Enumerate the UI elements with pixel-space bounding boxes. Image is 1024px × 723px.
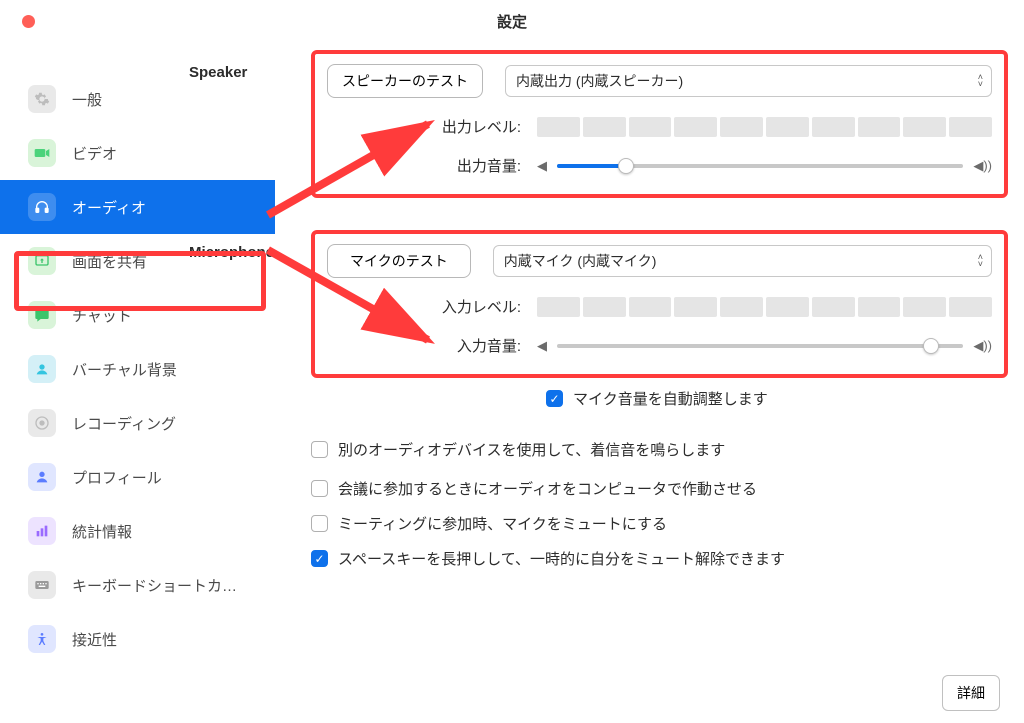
sidebar-label: 一般 xyxy=(72,89,102,110)
sidebar-item-video[interactable]: ビデオ xyxy=(0,126,275,180)
sidebar-item-audio[interactable]: オーディオ xyxy=(0,180,275,234)
mute-on-join-label: ミーティングに参加時、マイクをミュートにする xyxy=(338,513,667,534)
output-level-label: 出力レベル: xyxy=(327,116,537,137)
input-level-meter xyxy=(537,297,992,317)
sidebar-label: レコーディング xyxy=(72,413,176,434)
microphone-heading: Microphone xyxy=(189,244,274,261)
test-speaker-button[interactable]: スピーカーのテスト xyxy=(327,64,483,98)
tutorial-highlight-speaker: Speaker スピーカーのテスト 内蔵出力 (内蔵スピーカー) ˄˅ 出力レベ… xyxy=(311,50,1008,198)
input-volume-label: 入力音量: xyxy=(327,335,537,356)
video-icon xyxy=(28,139,56,167)
sidebar-label: オーディオ xyxy=(72,197,146,218)
sidebar-label: キーボードショートカ… xyxy=(72,575,237,596)
auto-adjust-mic-row[interactable]: ✓ マイク音量を自動調整します xyxy=(546,388,1008,409)
output-volume-slider[interactable] xyxy=(557,164,963,168)
accessibility-icon xyxy=(28,625,56,653)
chevron-updown-icon: ˄˅ xyxy=(978,254,983,268)
sidebar-item-chat[interactable]: チャット xyxy=(0,288,275,342)
separate-ringtone-label: 別のオーディオデバイスを使用して、着信音を鳴らします xyxy=(338,439,725,460)
checkbox-separate-ringtone[interactable] xyxy=(311,441,328,458)
output-volume-label: 出力音量: xyxy=(327,155,537,176)
volume-low-icon: ◀ xyxy=(537,158,547,174)
sidebar-item-profile[interactable]: プロフィール xyxy=(0,450,275,504)
sidebar-label: 接近性 xyxy=(72,629,117,650)
input-level-label: 入力レベル: xyxy=(327,296,537,317)
sidebar-label: ビデオ xyxy=(72,143,117,164)
advanced-button[interactable]: 詳細 xyxy=(942,675,1000,711)
volume-low-icon: ◀ xyxy=(537,338,547,354)
join-audio-row[interactable]: 会議に参加するときにオーディオをコンピュータで作動させる xyxy=(311,478,1008,499)
mic-device-value: 内蔵マイク (内蔵マイク) xyxy=(504,253,657,269)
share-screen-icon xyxy=(28,247,56,275)
record-icon xyxy=(28,409,56,437)
space-unmute-row[interactable]: ✓ スペースキーを長押しして、一時的に自分をミュート解除できます xyxy=(311,548,1008,569)
join-audio-label: 会議に参加するときにオーディオをコンピュータで作動させる xyxy=(338,478,757,499)
keyboard-icon xyxy=(28,571,56,599)
input-volume-slider[interactable] xyxy=(557,344,963,348)
test-mic-button[interactable]: マイクのテスト xyxy=(327,244,471,278)
separate-ringtone-row[interactable]: 別のオーディオデバイスを使用して、着信音を鳴らします xyxy=(311,439,1008,460)
output-level-meter xyxy=(537,117,992,137)
mic-device-dropdown[interactable]: 内蔵マイク (内蔵マイク) ˄˅ xyxy=(493,245,992,277)
speaker-heading: Speaker xyxy=(189,64,247,81)
chevron-updown-icon: ˄˅ xyxy=(978,74,983,88)
volume-high-icon: ◀)) xyxy=(973,338,992,354)
tutorial-highlight-microphone: Microphone マイクのテスト 内蔵マイク (内蔵マイク) ˄˅ 入力レベ… xyxy=(311,230,1008,378)
sidebar-item-keyboard-shortcuts[interactable]: キーボードショートカ… xyxy=(0,558,275,612)
profile-icon xyxy=(28,463,56,491)
volume-high-icon: ◀)) xyxy=(973,158,992,174)
checkbox-join-audio[interactable] xyxy=(311,480,328,497)
sidebar-item-share-screen[interactable]: 画面を共有 xyxy=(0,234,275,288)
settings-sidebar: 一般 ビデオ オーディオ 画面を共有 チャット xyxy=(0,42,275,723)
window-title: 設定 xyxy=(497,11,527,32)
mute-on-join-row[interactable]: ミーティングに参加時、マイクをミュートにする xyxy=(311,513,1008,534)
auto-adjust-label: マイク音量を自動調整します xyxy=(573,388,768,409)
gear-icon xyxy=(28,85,56,113)
checkbox-space-unmute[interactable]: ✓ xyxy=(311,550,328,567)
sidebar-item-accessibility[interactable]: 接近性 xyxy=(0,612,275,666)
sidebar-item-recording[interactable]: レコーディング xyxy=(0,396,275,450)
speaker-device-value: 内蔵出力 (内蔵スピーカー) xyxy=(516,73,683,89)
sidebar-item-statistics[interactable]: 統計情報 xyxy=(0,504,275,558)
sidebar-item-virtual-background[interactable]: バーチャル背景 xyxy=(0,342,275,396)
sidebar-label: プロフィール xyxy=(72,467,162,488)
checkbox-auto-adjust[interactable]: ✓ xyxy=(546,390,563,407)
space-unmute-label: スペースキーを長押しして、一時的に自分をミュート解除できます xyxy=(338,548,785,569)
sidebar-label: バーチャル背景 xyxy=(72,359,177,380)
sidebar-label: チャット xyxy=(72,305,132,326)
checkbox-mute-on-join[interactable] xyxy=(311,515,328,532)
virtual-bg-icon xyxy=(28,355,56,383)
headphones-icon xyxy=(28,193,56,221)
sidebar-label: 統計情報 xyxy=(72,521,132,542)
sidebar-label: 画面を共有 xyxy=(72,251,147,272)
stats-icon xyxy=(28,517,56,545)
chat-icon xyxy=(28,301,56,329)
speaker-device-dropdown[interactable]: 内蔵出力 (内蔵スピーカー) ˄˅ xyxy=(505,65,992,97)
close-button[interactable] xyxy=(22,15,35,28)
